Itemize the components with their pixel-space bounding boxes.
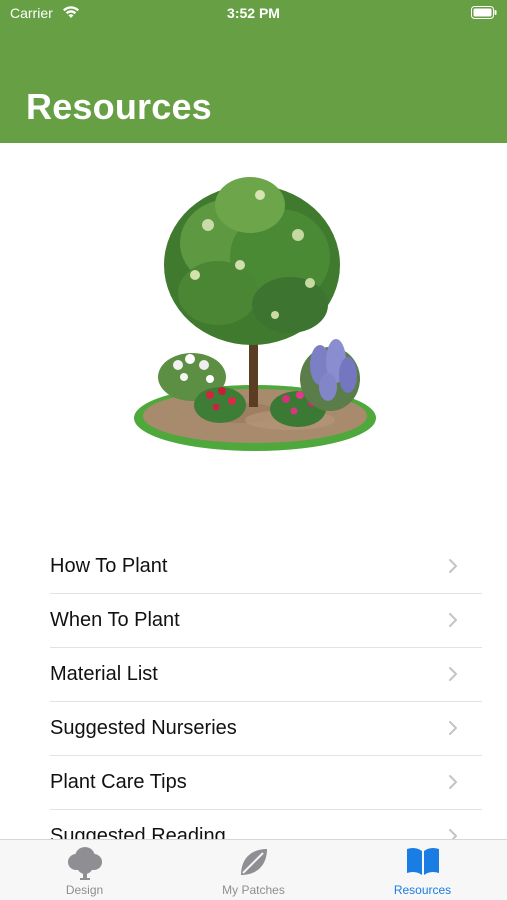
tree-garden-illustration: [134, 177, 376, 451]
list-item-suggested-nurseries[interactable]: Suggested Nurseries: [50, 702, 482, 756]
list-item-label: Plant Care Tips: [50, 771, 187, 793]
list-item-plant-care-tips[interactable]: Plant Care Tips: [50, 756, 482, 810]
tab-resources[interactable]: Resources: [338, 840, 507, 900]
status-bar: Carrier 3:52 PM: [0, 0, 507, 28]
list-item-material-list[interactable]: Material List: [50, 648, 482, 702]
tab-bar: Design My Patches Resources: [0, 839, 507, 900]
list-item-label: When To Plant: [50, 609, 180, 631]
nav-header: Carrier 3:52 PM Resources: [0, 0, 507, 143]
battery-icon: [471, 6, 497, 19]
tree-icon: [67, 847, 102, 880]
book-icon: [406, 847, 439, 875]
status-time: 3:52 PM: [227, 5, 280, 21]
resources-list: How To Plant When To Plant Material List…: [50, 540, 482, 864]
tab-label: Design: [65, 883, 104, 897]
list-item-label: How To Plant: [50, 555, 168, 577]
page-title: Resources: [26, 86, 212, 127]
list-item-label: Suggested Nurseries: [50, 717, 237, 739]
list-item-how-to-plant[interactable]: How To Plant: [50, 540, 482, 594]
tab-my-patches[interactable]: My Patches: [169, 840, 338, 900]
tab-label: My Patches: [222, 883, 285, 897]
list-item-when-to-plant[interactable]: When To Plant: [50, 594, 482, 648]
chevron-right-icon: [449, 721, 457, 735]
tab-design[interactable]: Design: [0, 840, 169, 900]
chevron-right-icon: [449, 559, 457, 573]
chevron-right-icon: [449, 667, 457, 681]
resources-screen: Carrier 3:52 PM Resources How To Plant W…: [0, 0, 507, 900]
chevron-right-icon: [449, 613, 457, 627]
chevron-right-icon: [449, 775, 457, 789]
list-item-label: Material List: [50, 663, 158, 685]
tab-label: Resources: [393, 883, 452, 897]
leaf-icon: [240, 849, 267, 875]
